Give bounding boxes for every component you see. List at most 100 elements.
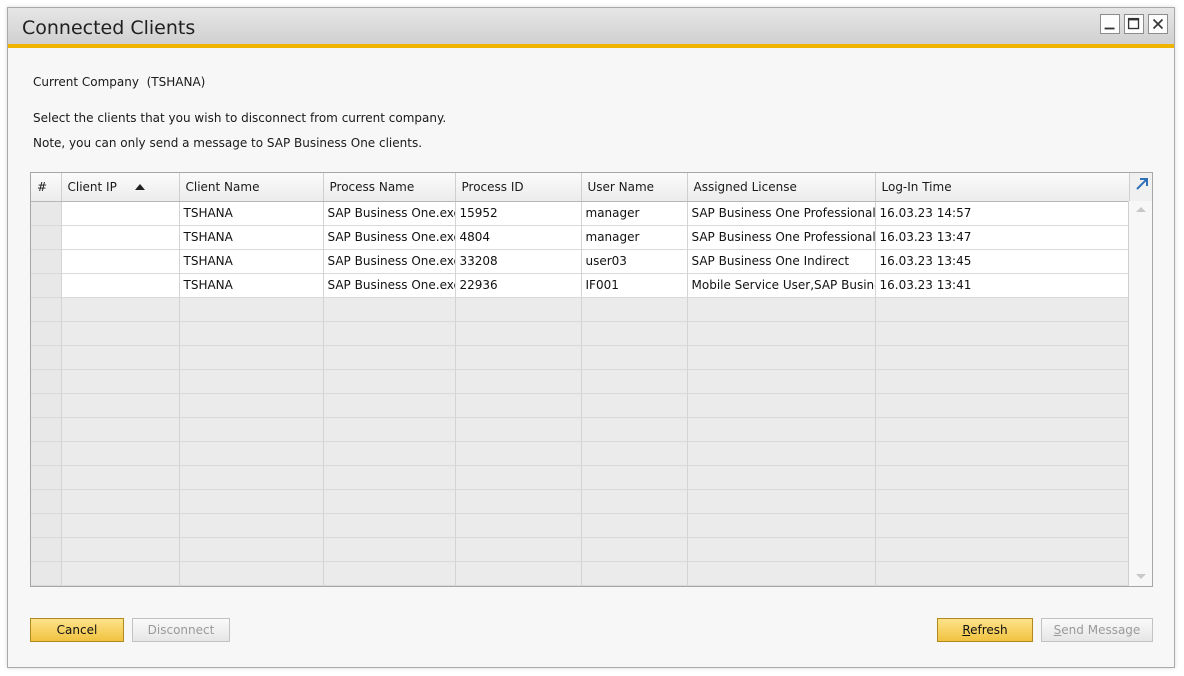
cell-process-name: SAP Business One.exe xyxy=(323,273,456,298)
empty-cell xyxy=(875,537,1130,562)
minimize-icon[interactable] xyxy=(1100,14,1120,34)
empty-cell xyxy=(875,417,1130,442)
column-header-number[interactable]: # xyxy=(31,173,62,202)
empty-cell xyxy=(323,441,456,466)
table-row[interactable]: TSHANA SAP Business One.exe 4804 manager SAP… xyxy=(31,225,1130,250)
empty-cell xyxy=(31,417,62,442)
empty-cell xyxy=(455,489,582,514)
clients-grid[interactable]: # Client IP Client Name Process Name Pro… xyxy=(30,172,1153,587)
expand-icon[interactable] xyxy=(1134,176,1150,192)
empty-cell xyxy=(455,369,582,394)
column-header-client-name[interactable]: Client Name xyxy=(179,173,324,202)
empty-cell xyxy=(687,369,876,394)
cell-process-id: 22936 xyxy=(455,273,582,298)
close-icon[interactable] xyxy=(1148,14,1168,34)
empty-row[interactable] xyxy=(31,513,1130,538)
cell-client-ip xyxy=(61,249,180,274)
empty-cell xyxy=(61,465,180,490)
empty-cell xyxy=(179,489,324,514)
column-header-client-ip[interactable]: Client IP xyxy=(61,173,180,202)
table-body: TSHANA SAP Business One.exe 15952 manager SA… xyxy=(31,201,1130,586)
empty-row[interactable] xyxy=(31,345,1130,370)
column-header-process-id[interactable]: Process ID xyxy=(455,173,582,202)
empty-cell xyxy=(179,441,324,466)
empty-cell xyxy=(323,465,456,490)
cell-assigned-license: SAP Business One Indirect xyxy=(687,249,876,274)
empty-cell xyxy=(31,465,62,490)
current-company-value: (TSHANA) xyxy=(146,75,206,89)
scroll-up-icon[interactable] xyxy=(1136,207,1146,212)
empty-cell xyxy=(61,513,180,538)
empty-cell xyxy=(875,465,1130,490)
scroll-down-icon[interactable] xyxy=(1136,574,1146,579)
empty-cell xyxy=(323,417,456,442)
empty-cell xyxy=(61,561,180,586)
empty-cell xyxy=(179,417,324,442)
cell-assigned-license: Mobile Service User,SAP Business xyxy=(687,273,876,298)
empty-cell xyxy=(581,369,688,394)
empty-cell xyxy=(687,417,876,442)
empty-cell xyxy=(687,393,876,418)
empty-cell xyxy=(61,393,180,418)
title-bar[interactable]: Connected Clients xyxy=(8,8,1174,48)
maximize-icon[interactable] xyxy=(1124,14,1144,34)
vertical-scrollbar[interactable] xyxy=(1128,201,1152,586)
empty-cell xyxy=(179,297,324,322)
cell-login-time: 16.03.23 13:47 xyxy=(875,225,1130,250)
cell-assigned-license: SAP Business One Professional xyxy=(687,225,876,250)
empty-cell xyxy=(323,297,456,322)
table-row[interactable]: TSHANA SAP Business One.exe 22936 IF001 Mobi… xyxy=(31,273,1130,298)
cancel-button[interactable]: Cancel xyxy=(30,618,124,642)
empty-cell xyxy=(61,441,180,466)
empty-row[interactable] xyxy=(31,561,1130,586)
empty-cell xyxy=(179,537,324,562)
cell-user-name: manager xyxy=(581,201,688,226)
empty-row[interactable] xyxy=(31,417,1130,442)
column-header-user-name[interactable]: User Name xyxy=(581,173,688,202)
empty-row[interactable] xyxy=(31,489,1130,514)
empty-cell xyxy=(687,561,876,586)
cell-process-name: SAP Business One.exe xyxy=(323,201,456,226)
table-row[interactable]: TSHANA SAP Business One.exe 33208 user03 SAP… xyxy=(31,249,1130,274)
empty-cell xyxy=(31,345,62,370)
empty-cell xyxy=(455,441,582,466)
empty-cell xyxy=(455,297,582,322)
empty-row[interactable] xyxy=(31,297,1130,322)
empty-cell xyxy=(61,345,180,370)
empty-cell xyxy=(581,561,688,586)
empty-cell xyxy=(875,297,1130,322)
empty-cell xyxy=(687,513,876,538)
cell-client-name: TSHANA xyxy=(179,273,324,298)
empty-row[interactable] xyxy=(31,465,1130,490)
empty-row[interactable] xyxy=(31,369,1130,394)
empty-cell xyxy=(61,369,180,394)
empty-cell xyxy=(179,345,324,370)
window-controls xyxy=(1100,14,1168,34)
empty-cell xyxy=(323,537,456,562)
column-header-process-name[interactable]: Process Name xyxy=(323,173,456,202)
refresh-button[interactable]: Refresh xyxy=(937,618,1033,642)
empty-cell xyxy=(179,465,324,490)
empty-row[interactable] xyxy=(31,441,1130,466)
send-message-button[interactable]: Send Message xyxy=(1041,618,1153,642)
column-header-login-time[interactable]: Log-In Time xyxy=(875,173,1130,202)
empty-row[interactable] xyxy=(31,321,1130,346)
empty-cell xyxy=(179,513,324,538)
empty-cell xyxy=(581,417,688,442)
cell-login-time: 16.03.23 13:45 xyxy=(875,249,1130,274)
empty-cell xyxy=(323,369,456,394)
empty-cell xyxy=(687,489,876,514)
empty-row[interactable] xyxy=(31,537,1130,562)
empty-cell xyxy=(875,489,1130,514)
empty-cell xyxy=(581,345,688,370)
empty-cell xyxy=(31,513,62,538)
column-header-assigned-license[interactable]: Assigned License xyxy=(687,173,876,202)
connected-clients-window: Connected Clients Current Company (TSHAN… xyxy=(7,7,1175,668)
empty-cell xyxy=(61,537,180,562)
disconnect-button[interactable]: Disconnect xyxy=(132,618,230,642)
cell-process-name: SAP Business One.exe xyxy=(323,249,456,274)
empty-row[interactable] xyxy=(31,393,1130,418)
empty-cell xyxy=(875,321,1130,346)
cell-user-name: IF001 xyxy=(581,273,688,298)
table-row[interactable]: TSHANA SAP Business One.exe 15952 manager SA… xyxy=(31,201,1130,226)
